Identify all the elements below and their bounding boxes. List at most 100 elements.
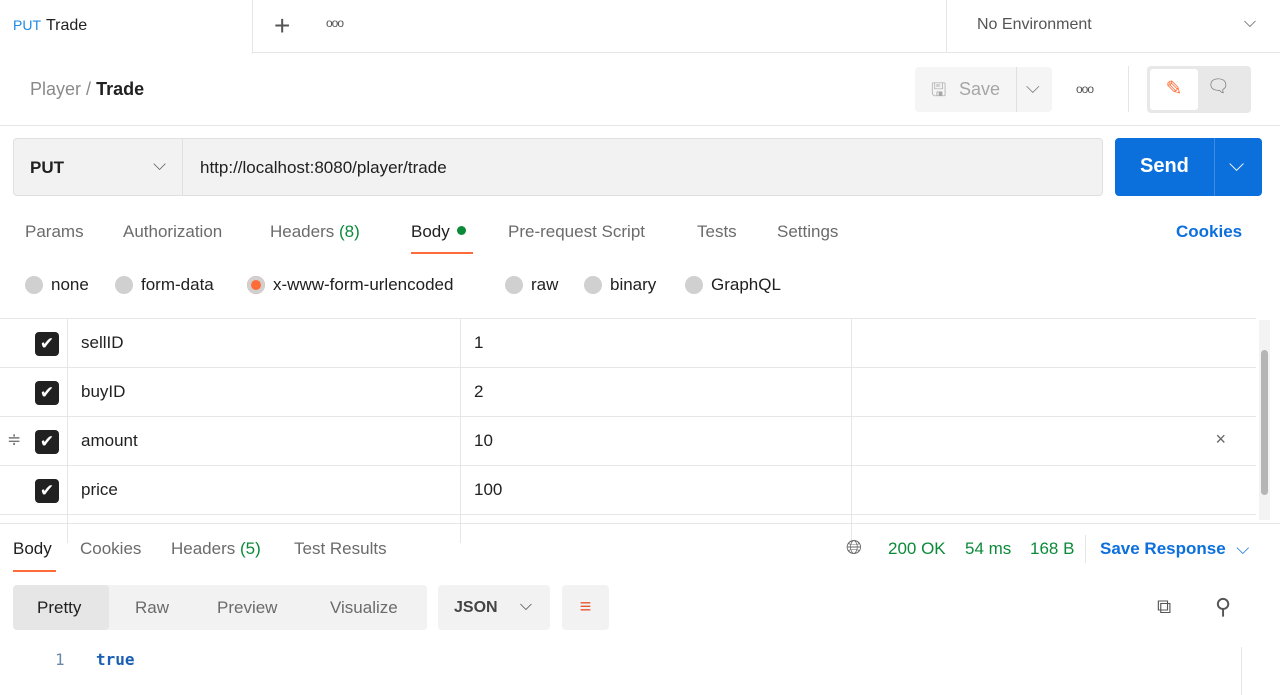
view-preview[interactable]: Preview — [217, 598, 277, 618]
scrollbar[interactable] — [1259, 320, 1270, 520]
format-label: JSON — [454, 599, 498, 616]
response-tab-test-results[interactable]: Test Results — [294, 539, 387, 559]
description-cell[interactable] — [851, 368, 1256, 417]
radio-x-www-form-urlencoded[interactable]: x-www-form-urlencoded — [247, 275, 453, 295]
headers-count: (5) — [240, 539, 261, 558]
response-tab-cookies[interactable]: Cookies — [80, 539, 141, 559]
radio-label: x-www-form-urlencoded — [273, 275, 454, 294]
breadcrumb-current: Trade — [96, 79, 145, 99]
key-cell[interactable]: price — [67, 466, 460, 515]
chevron-down-icon: ⌵ — [1243, 14, 1256, 31]
tab-label: Body — [411, 222, 450, 241]
send-label: Send — [1140, 155, 1189, 177]
table-row: ≑ ✔ amount 10 × — [0, 417, 1256, 466]
new-tab-button[interactable]: + — [274, 10, 290, 42]
checkbox[interactable]: ✔ — [35, 332, 59, 356]
response-tab-body[interactable]: Body — [13, 539, 52, 559]
tab-authorization[interactable]: Authorization — [123, 222, 222, 242]
tab-body[interactable]: Body — [411, 222, 467, 242]
value-cell[interactable]: 100 — [460, 466, 851, 515]
description-cell[interactable] — [851, 319, 1256, 368]
radio-label: raw — [531, 275, 559, 294]
radio-icon — [115, 276, 133, 294]
view-visualize[interactable]: Visualize — [330, 598, 398, 618]
table-row: ✔ buyID 2 — [0, 368, 1256, 417]
view-raw[interactable]: Raw — [135, 598, 169, 618]
breadcrumb: Player / Trade — [30, 79, 144, 100]
request-tab[interactable]: PUT Trade — [0, 0, 253, 54]
response-tab-headers[interactable]: Headers (5) — [171, 539, 261, 559]
checkbox[interactable]: ✔ — [35, 381, 59, 405]
value-cell[interactable]: 1 — [460, 319, 851, 368]
response-time[interactable]: 54 ms — [965, 539, 1011, 559]
save-button[interactable]: 🖫 Save ⌵ — [915, 67, 1052, 112]
close-icon[interactable]: × — [1215, 429, 1226, 450]
tab-tests[interactable]: Tests — [697, 222, 737, 242]
tab-label: Headers — [270, 222, 335, 241]
active-dot-icon — [457, 226, 467, 235]
environment-select[interactable]: No Environment ⌵ — [946, 0, 1280, 53]
more-actions-button[interactable]: ooo — [1076, 82, 1094, 96]
chevron-down-icon[interactable]: ⌵ — [1026, 77, 1040, 98]
cookies-link[interactable]: Cookies — [1176, 222, 1242, 242]
drag-handle-icon[interactable]: ≑ — [7, 430, 21, 450]
radio-icon — [505, 276, 523, 294]
breadcrumb-separator: / — [86, 79, 92, 99]
headers-count: (8) — [339, 222, 360, 241]
checkbox[interactable]: ✔ — [35, 479, 59, 503]
format-select[interactable]: JSON ⌵ — [438, 585, 550, 630]
description-cell[interactable]: × — [851, 417, 1256, 466]
globe-icon[interactable]: 🌐︎ — [846, 537, 862, 560]
description-cell[interactable] — [851, 466, 1256, 515]
copy-icon[interactable]: ⧉ — [1157, 596, 1171, 619]
method-label: PUT — [30, 158, 64, 177]
method-select[interactable]: PUT ⌵ — [13, 138, 183, 196]
radio-selected-icon — [247, 276, 265, 294]
value-cell[interactable]: 2 — [460, 368, 851, 417]
status-code[interactable]: 200 OK — [888, 539, 946, 559]
search-icon[interactable]: ⚲ — [1215, 594, 1231, 620]
response-value[interactable]: true — [96, 650, 135, 669]
chevron-down-icon: ⌵ — [153, 155, 166, 174]
save-response-button[interactable]: Save Response ⌵ — [1100, 539, 1249, 559]
radio-graphql[interactable]: GraphQL — [685, 275, 781, 295]
radio-label: none — [51, 275, 89, 294]
tab-pre-request-script[interactable]: Pre-request Script — [508, 222, 645, 242]
radio-binary[interactable]: binary — [584, 275, 656, 295]
send-button[interactable]: Send ⌵ — [1115, 138, 1262, 196]
table-row — [0, 515, 1256, 543]
radio-none[interactable]: none — [25, 275, 89, 295]
radio-icon — [584, 276, 602, 294]
response-size[interactable]: 168 B — [1030, 539, 1074, 559]
key-cell[interactable]: buyID — [67, 368, 460, 417]
url-input[interactable]: http://localhost:8080/player/trade — [183, 138, 1103, 196]
checkbox[interactable]: ✔ — [35, 430, 59, 454]
view-mode-segment: Pretty Raw Preview Visualize — [13, 585, 427, 630]
breadcrumb-parent[interactable]: Player — [30, 79, 81, 99]
save-icon: 🖫 — [931, 80, 947, 100]
view-pretty[interactable]: Pretty — [37, 598, 81, 618]
chevron-down-icon: ⌵ — [1236, 539, 1250, 558]
more-tabs-button[interactable]: ooo — [326, 16, 344, 30]
wrap-lines-icon[interactable]: ≡ — [562, 585, 609, 630]
pencil-icon[interactable]: ✎ — [1150, 69, 1198, 110]
radio-label: GraphQL — [711, 275, 781, 294]
key-cell[interactable]: sellID — [67, 319, 460, 368]
tab-params[interactable]: Params — [25, 222, 84, 242]
chevron-down-icon: ⌵ — [519, 597, 532, 614]
chevron-down-icon[interactable]: ⌵ — [1229, 154, 1244, 177]
radio-form-data[interactable]: form-data — [115, 275, 214, 295]
environment-label: No Environment — [977, 16, 1092, 33]
table-row: ✔ price 100 — [0, 466, 1256, 515]
scrollbar-thumb[interactable] — [1261, 350, 1268, 495]
tab-settings[interactable]: Settings — [777, 222, 838, 242]
radio-icon — [25, 276, 43, 294]
tab-name: Trade — [46, 17, 88, 34]
value-cell[interactable]: 10 — [460, 417, 851, 466]
radio-label: binary — [610, 275, 657, 294]
key-cell[interactable]: amount — [67, 417, 460, 466]
comment-icon[interactable]: 🗨 — [1207, 76, 1230, 97]
radio-raw[interactable]: raw — [505, 275, 558, 295]
view-toggle: ✎ 🗨 — [1147, 66, 1251, 113]
tab-headers[interactable]: Headers (8) — [270, 222, 360, 242]
